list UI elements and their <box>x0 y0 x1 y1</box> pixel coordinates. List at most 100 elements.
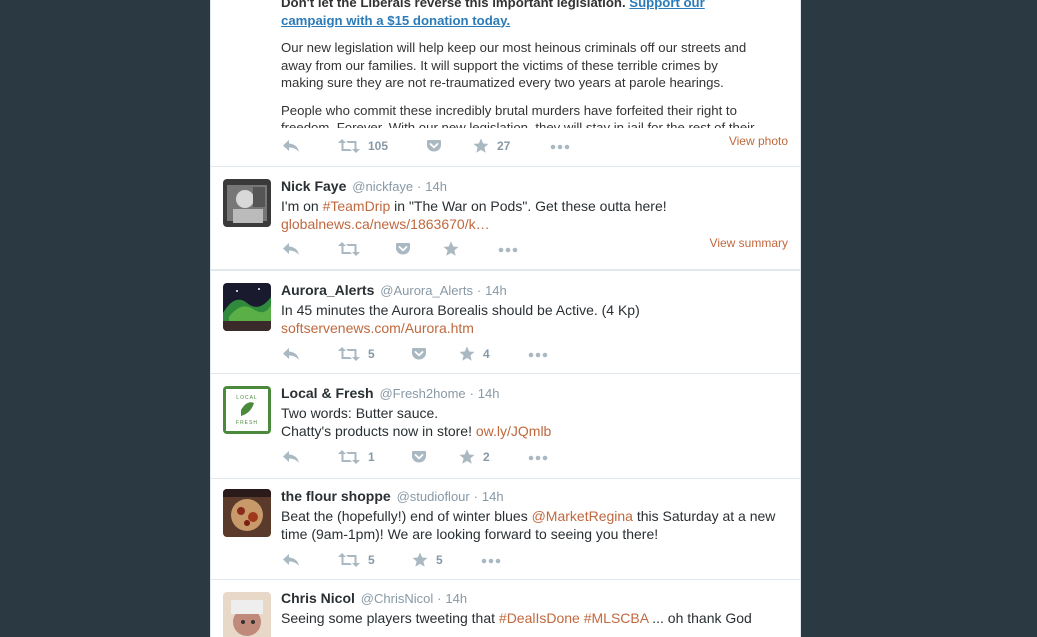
card-bold-line: Don't let the Liberals reverse this impo… <box>281 0 626 10</box>
more-icon <box>528 455 548 461</box>
separator: · <box>417 179 422 194</box>
star-icon <box>473 138 489 154</box>
tweet[interactable]: Nick Faye @nickfaye · 14h I'm on #TeamDr… <box>211 167 800 271</box>
view-summary-link[interactable]: View summary <box>710 236 788 250</box>
more-icon <box>498 247 518 253</box>
retweet-button[interactable]: 105 <box>338 138 388 154</box>
mention-link[interactable]: @MarketRegina <box>532 508 633 524</box>
retweet-button[interactable]: 1 <box>338 449 375 465</box>
more-icon <box>550 144 570 150</box>
tweet[interactable]: the flour shoppe @studioflour · 14h Beat… <box>211 479 800 580</box>
retweet-button[interactable] <box>338 241 360 257</box>
like-count: 5 <box>436 553 443 567</box>
tweet-header: Aurora_Alerts @Aurora_Alerts · 14h <box>281 282 507 298</box>
tweet-actions: 5 5 <box>281 552 791 572</box>
reply-button[interactable] <box>281 241 301 257</box>
timestamp[interactable]: 14h <box>478 386 500 401</box>
avatar[interactable] <box>223 283 271 331</box>
avatar-text-bottom: FRESH <box>236 420 258 426</box>
avatar[interactable] <box>223 592 271 637</box>
retweet-button[interactable]: 5 <box>338 346 375 362</box>
tweet-with-photo[interactable]: Don't let the Liberals reverse this impo… <box>211 0 800 167</box>
like-count: 27 <box>497 139 511 153</box>
url-link[interactable]: softservenews.com/Aurora.htm <box>281 320 474 336</box>
username[interactable]: @Aurora_Alerts <box>380 283 473 298</box>
avatar-text-top: LOCAL <box>236 395 258 401</box>
separator: · <box>473 489 478 504</box>
star-icon <box>443 241 459 257</box>
username[interactable]: @studioflour <box>397 489 470 504</box>
username[interactable]: @Fresh2home <box>379 386 465 401</box>
tweet-text: Seeing some players tweeting that #DealI… <box>281 610 752 626</box>
view-photo-link[interactable]: View photo <box>729 134 788 148</box>
more-button[interactable] <box>498 247 518 253</box>
retweet-icon <box>338 241 360 257</box>
tweet[interactable]: Aurora_Alerts @Aurora_Alerts · 14h In 45… <box>211 271 800 374</box>
timestamp[interactable]: 14h <box>485 283 507 298</box>
tweet-text: In 45 minutes the Aurora Borealis should… <box>281 302 640 336</box>
tweet-header: Local & Fresh @Fresh2home · 14h <box>281 385 500 401</box>
username[interactable]: @nickfaye <box>352 179 413 194</box>
reply-button[interactable] <box>281 449 301 465</box>
reply-icon <box>281 241 301 257</box>
fullname[interactable]: Nick Faye <box>281 178 346 194</box>
avatar[interactable]: LOCAL FRESH <box>223 386 271 434</box>
fullname[interactable]: Aurora_Alerts <box>281 282 374 298</box>
retweet-icon <box>338 552 360 568</box>
more-icon <box>528 352 548 358</box>
tweet-text: I'm on #TeamDrip in "The War on Pods". G… <box>281 198 667 232</box>
pocket-button[interactable] <box>395 241 411 257</box>
more-button[interactable] <box>528 455 548 461</box>
star-icon <box>412 552 428 568</box>
separator: · <box>437 591 442 606</box>
avatar[interactable] <box>223 489 271 537</box>
reply-button[interactable] <box>281 138 301 154</box>
fullname[interactable]: Local & Fresh <box>281 385 374 401</box>
timestamp[interactable]: 14h <box>425 179 447 194</box>
fullname[interactable]: Chris Nicol <box>281 590 355 606</box>
star-icon <box>459 346 475 362</box>
tweet[interactable]: LOCAL FRESH Local & Fresh @Fresh2home · … <box>211 374 800 479</box>
pocket-button[interactable] <box>411 346 427 362</box>
url-link[interactable]: globalnews.ca/news/1863670/k… <box>281 216 490 232</box>
more-button[interactable] <box>481 558 501 564</box>
retweet-count: 5 <box>368 553 375 567</box>
photo-card-image[interactable]: Don't let the Liberals reverse this impo… <box>281 0 759 128</box>
pocket-icon <box>395 241 411 257</box>
timestamp[interactable]: 14h <box>482 489 504 504</box>
hashtag-link[interactable]: #MLSCBA <box>584 610 649 626</box>
like-button[interactable] <box>443 241 459 257</box>
tweet[interactable]: Chris Nicol @ChrisNicol · 14h Seeing som… <box>211 580 800 637</box>
retweet-button[interactable]: 5 <box>338 552 375 568</box>
tweet-actions: 5 4 <box>281 346 791 366</box>
avatar[interactable] <box>223 179 271 227</box>
like-button[interactable]: 2 <box>459 449 490 465</box>
star-icon <box>459 449 475 465</box>
hashtag-link[interactable]: #DealIsDone <box>499 610 580 626</box>
like-button[interactable]: 5 <box>412 552 443 568</box>
more-button[interactable] <box>528 352 548 358</box>
reply-button[interactable] <box>281 552 301 568</box>
like-count: 4 <box>483 347 490 361</box>
pocket-button[interactable] <box>426 138 442 154</box>
tweet-header: the flour shoppe @studioflour · 14h <box>281 488 504 504</box>
pocket-icon <box>411 346 427 362</box>
retweet-icon <box>338 346 360 362</box>
card-paragraph: Our new legislation will help keep our m… <box>281 40 747 90</box>
card-paragraph: People who commit these incredibly bruta… <box>281 102 755 129</box>
tweet-actions: 105 27 <box>281 138 791 158</box>
hashtag-link[interactable]: #TeamDrip <box>323 198 391 214</box>
fullname[interactable]: the flour shoppe <box>281 488 391 504</box>
like-button[interactable]: 4 <box>459 346 490 362</box>
pocket-button[interactable] <box>411 449 427 465</box>
retweet-icon <box>338 449 360 465</box>
reply-button[interactable] <box>281 346 301 362</box>
username[interactable]: @ChrisNicol <box>361 591 433 606</box>
separator: · <box>469 386 474 401</box>
timestamp[interactable]: 14h <box>445 591 467 606</box>
more-button[interactable] <box>550 144 570 150</box>
like-button[interactable]: 27 <box>473 138 510 154</box>
tweet-header: Nick Faye @nickfaye · 14h <box>281 178 447 194</box>
retweet-count: 5 <box>368 347 375 361</box>
url-link[interactable]: ow.ly/JQmlb <box>476 423 551 439</box>
